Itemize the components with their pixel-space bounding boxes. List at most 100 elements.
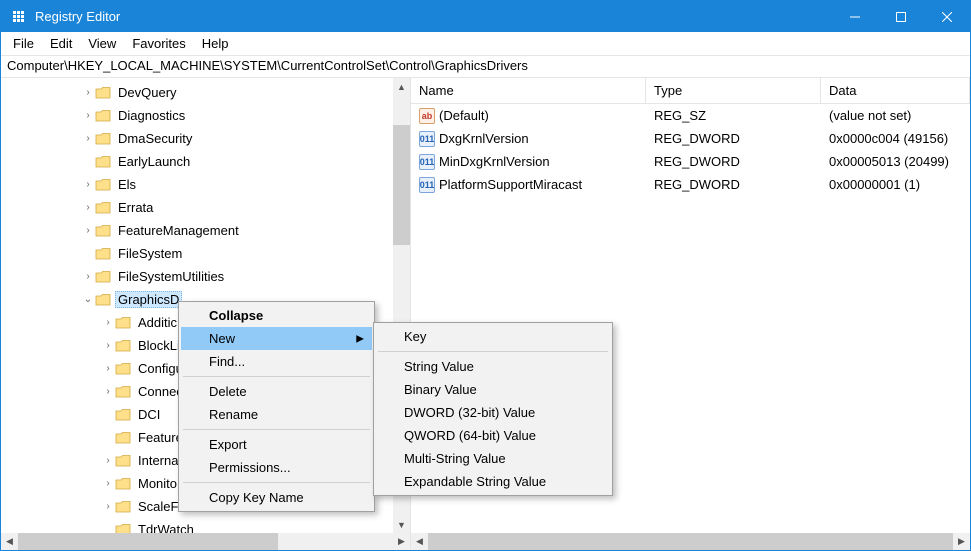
ctx-collapse[interactable]: Collapse (181, 304, 372, 327)
expand-icon[interactable]: › (81, 87, 95, 98)
ctx-separator (183, 429, 370, 430)
tree-item[interactable]: › Errata (1, 196, 410, 219)
expand-icon[interactable]: › (81, 202, 95, 213)
tree-item[interactable]: ›Diagnostics (1, 104, 410, 127)
expand-icon[interactable]: › (101, 317, 115, 328)
scroll-left-icon[interactable]: ◀ (411, 533, 428, 550)
context-menu: Collapse New▶ Find... Delete Rename Expo… (178, 301, 375, 512)
value-row[interactable]: 011PlatformSupportMiracastREG_DWORD0x000… (411, 173, 970, 196)
tree-item[interactable]: EarlyLaunch (1, 150, 410, 173)
ctx-separator (183, 482, 370, 483)
ctx-copy-key-name[interactable]: Copy Key Name (181, 486, 372, 509)
tree-item[interactable]: FileSystem (1, 242, 410, 265)
expand-icon[interactable]: › (81, 110, 95, 121)
folder-icon (95, 132, 111, 146)
expand-icon[interactable]: › (81, 133, 95, 144)
value-name: DxgKrnlVersion (439, 131, 529, 146)
scroll-thumb-h[interactable] (428, 533, 953, 550)
value-row[interactable]: 011DxgKrnlVersionREG_DWORD0x0000c004 (49… (411, 127, 970, 150)
sub-expand[interactable]: Expandable String Value (376, 470, 610, 493)
menu-file[interactable]: File (5, 34, 42, 53)
sub-key[interactable]: Key (376, 325, 610, 348)
menu-edit[interactable]: Edit (42, 34, 80, 53)
expand-icon[interactable] (81, 156, 95, 167)
window-title: Registry Editor (35, 9, 832, 24)
ctx-delete[interactable]: Delete (181, 380, 372, 403)
app-icon (11, 9, 27, 25)
expand-icon[interactable]: › (81, 179, 95, 190)
values-list[interactable]: ab(Default)REG_SZ(value not set)011DxgKr… (411, 104, 970, 196)
dword-value-icon: 011 (419, 177, 435, 193)
folder-icon (115, 454, 131, 468)
scroll-up-icon[interactable]: ▲ (393, 78, 410, 95)
expand-icon[interactable]: ⌄ (81, 294, 95, 305)
value-row[interactable]: ab(Default)REG_SZ(value not set) (411, 104, 970, 127)
ctx-separator (378, 351, 608, 352)
col-type[interactable]: Type (646, 78, 821, 103)
folder-icon (115, 477, 131, 491)
ctx-permissions[interactable]: Permissions... (181, 456, 372, 479)
expand-icon[interactable]: › (101, 455, 115, 466)
tree-label: Errata (115, 199, 156, 216)
expand-icon[interactable] (101, 409, 115, 420)
folder-icon (95, 293, 111, 307)
expand-icon[interactable] (101, 524, 115, 533)
value-row[interactable]: 011MinDxgKrnlVersionREG_DWORD0x00005013 … (411, 150, 970, 173)
expand-icon[interactable] (101, 432, 115, 443)
close-button[interactable] (924, 1, 970, 32)
menu-view[interactable]: View (80, 34, 124, 53)
values-scrollbar-h[interactable]: ◀ ▶ (411, 533, 970, 550)
address-bar[interactable]: Computer\HKEY_LOCAL_MACHINE\SYSTEM\Curre… (1, 56, 970, 78)
dword-value-icon: 011 (419, 154, 435, 170)
sub-binary[interactable]: Binary Value (376, 378, 610, 401)
tree-item[interactable]: ›FeatureManagement (1, 219, 410, 242)
expand-icon[interactable]: › (81, 225, 95, 236)
sub-string[interactable]: String Value (376, 355, 610, 378)
ctx-find[interactable]: Find... (181, 350, 372, 373)
folder-icon (95, 109, 111, 123)
expand-icon[interactable]: › (101, 340, 115, 351)
tree-item[interactable]: ›FileSystemUtilities (1, 265, 410, 288)
tree-label: GraphicsD (115, 291, 182, 308)
ctx-new[interactable]: New▶ (181, 327, 372, 350)
tree-label: DevQuery (115, 84, 180, 101)
expand-icon[interactable] (81, 248, 95, 259)
title-bar[interactable]: Registry Editor (1, 1, 970, 32)
menu-favorites[interactable]: Favorites (124, 34, 193, 53)
expand-icon[interactable]: › (81, 271, 95, 282)
folder-icon (115, 500, 131, 514)
scroll-right-icon[interactable]: ▶ (953, 533, 970, 550)
scroll-right-icon[interactable]: ▶ (393, 533, 410, 550)
ctx-rename[interactable]: Rename (181, 403, 372, 426)
expand-icon[interactable]: › (101, 478, 115, 489)
tree-item[interactable]: ›Els (1, 173, 410, 196)
expand-icon[interactable]: › (101, 363, 115, 374)
scroll-left-icon[interactable]: ◀ (1, 533, 18, 550)
minimize-button[interactable] (832, 1, 878, 32)
tree-item[interactable]: › DevQuery (1, 81, 410, 104)
scroll-thumb-v[interactable] (393, 125, 410, 245)
value-type: REG_DWORD (646, 177, 821, 192)
tree-item[interactable]: ›DmaSecurity (1, 127, 410, 150)
tree-item[interactable]: TdrWatch (1, 518, 410, 533)
expand-icon[interactable]: › (101, 386, 115, 397)
maximize-button[interactable] (878, 1, 924, 32)
value-data: (value not set) (821, 108, 970, 123)
ctx-export[interactable]: Export (181, 433, 372, 456)
sub-dword[interactable]: DWORD (32-bit) Value (376, 401, 610, 424)
value-name: (Default) (439, 108, 489, 123)
sub-qword[interactable]: QWORD (64-bit) Value (376, 424, 610, 447)
folder-icon (95, 86, 111, 100)
menu-help[interactable]: Help (194, 34, 237, 53)
value-data: 0x00005013 (20499) (821, 154, 970, 169)
expand-icon[interactable]: › (101, 501, 115, 512)
scroll-down-icon[interactable]: ▼ (393, 516, 410, 533)
values-header: Name Type Data (411, 78, 970, 104)
folder-icon (95, 178, 111, 192)
value-type: REG_DWORD (646, 154, 821, 169)
scroll-thumb-h[interactable] (18, 533, 278, 550)
tree-scrollbar-h[interactable]: ◀ ▶ (1, 533, 410, 550)
sub-multi[interactable]: Multi-String Value (376, 447, 610, 470)
col-name[interactable]: Name (411, 78, 646, 103)
col-data[interactable]: Data (821, 78, 970, 103)
